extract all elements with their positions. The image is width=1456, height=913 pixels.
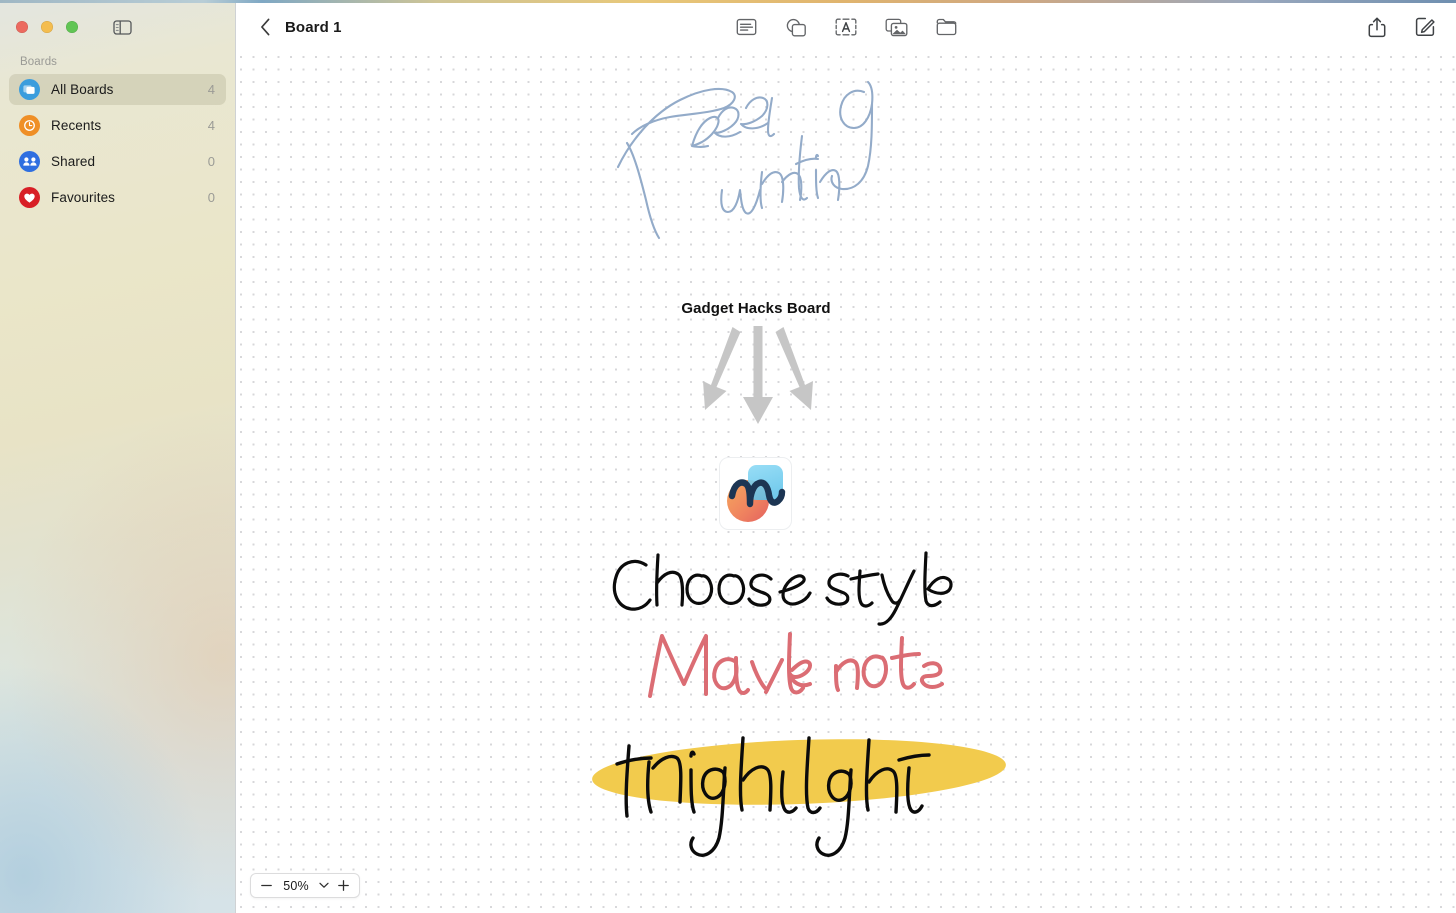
sidebar-item-shared[interactable]: Shared 0: [9, 146, 226, 177]
sidebar-item-label: Recents: [51, 118, 102, 133]
board-canvas[interactable]: Gadget Hacks Board 50%: [236, 54, 1456, 913]
sidebar-toggle-icon[interactable]: [113, 19, 132, 35]
close-button[interactable]: [16, 21, 28, 33]
sidebar: Boards All Boards 4 Recents 4 Shared 0 F…: [0, 0, 236, 913]
toolbar-tools: [236, 0, 1456, 54]
minimize-button[interactable]: [41, 21, 53, 33]
sidebar-item-label: Shared: [51, 154, 96, 169]
insert-file-icon[interactable]: [931, 12, 961, 42]
compose-icon[interactable]: [1410, 12, 1440, 42]
zoom-in-button[interactable]: [335, 875, 352, 896]
sticky-note-icon[interactable]: [731, 12, 761, 42]
zoom-out-button[interactable]: [258, 875, 275, 896]
sidebar-item-count: 4: [207, 118, 215, 133]
back-button[interactable]: [250, 12, 280, 42]
sidebar-item-label: Favourites: [51, 190, 116, 205]
sidebar-item-favourites[interactable]: Favourites 0: [9, 182, 226, 213]
freeform-app-icon[interactable]: [719, 457, 792, 530]
main-area: Board 1 Gadget Hacks Board 50%: [236, 0, 1456, 913]
toolbar-right: [1362, 12, 1440, 42]
sidebar-item-recents[interactable]: Recents 4: [9, 110, 226, 141]
sidebar-item-all-boards[interactable]: All Boards 4: [9, 74, 226, 105]
zoom-level-value: 50%: [283, 878, 309, 893]
sidebar-section-label: Boards: [20, 56, 58, 68]
shapes-icon[interactable]: [781, 12, 811, 42]
board-heading: Gadget Hacks Board: [681, 300, 831, 317]
chevron-down-icon[interactable]: [317, 875, 331, 896]
highlighter-band: [592, 739, 1006, 805]
sidebar-item-count: 4: [207, 82, 215, 97]
free-writing-stroke[interactable]: [610, 72, 900, 252]
text-box-icon[interactable]: [831, 12, 861, 42]
share-icon[interactable]: [1362, 12, 1392, 42]
highlight-stroke[interactable]: [581, 724, 1021, 864]
boards-icon: [19, 79, 40, 100]
people-icon: [19, 151, 40, 172]
freeform-window: Boards All Boards 4 Recents 4 Shared 0 F…: [0, 0, 1456, 913]
sidebar-item-count: 0: [207, 154, 215, 169]
sidebar-item-label: All Boards: [51, 82, 114, 97]
media-icon[interactable]: [881, 12, 911, 42]
zoom-control: 50%: [250, 873, 360, 898]
heart-icon: [19, 187, 40, 208]
toolbar: Board 1: [236, 0, 1456, 54]
sidebar-list: All Boards 4 Recents 4 Shared 0 Favourit…: [0, 74, 235, 213]
zoom-button[interactable]: [66, 21, 78, 33]
page-title: Board 1: [285, 18, 342, 36]
sidebar-titlebar: [0, 0, 235, 54]
window-top-accent: [0, 0, 1456, 3]
converging-arrows-graphic[interactable]: [702, 324, 814, 434]
make-notes-stroke[interactable]: [640, 624, 960, 714]
clock-icon: [19, 115, 40, 136]
sidebar-item-count: 0: [207, 190, 215, 205]
